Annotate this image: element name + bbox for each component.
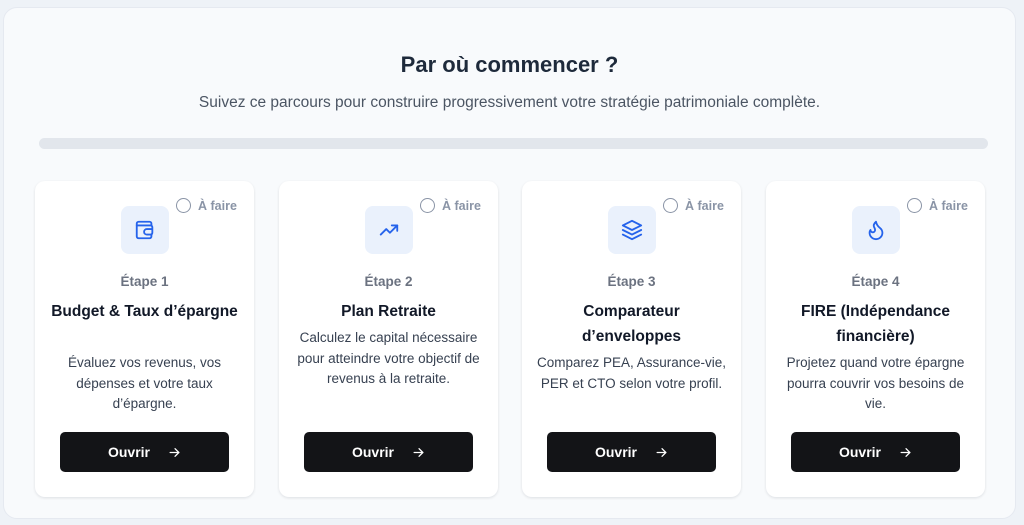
step-label: Étape 1 — [120, 274, 169, 289]
step-card-retraite: À faire Étape 2 Plan Retraite Calculez l… — [279, 181, 498, 497]
trending-up-icon — [364, 206, 413, 254]
card-description: Calculez le capital nécessaire pour atte… — [297, 330, 480, 386]
status-badge[interactable]: À faire — [907, 198, 968, 213]
arrow-right-icon — [168, 446, 181, 459]
status-label: À faire — [685, 198, 724, 213]
card-title: FIRE (Indépendance financière) — [801, 303, 950, 345]
status-circle-icon — [907, 198, 922, 213]
progress-bar — [39, 138, 988, 149]
card-title: Plan Retraite — [341, 303, 436, 320]
flame-icon — [851, 206, 900, 254]
status-badge[interactable]: À faire — [176, 198, 237, 213]
status-label: À faire — [442, 198, 481, 213]
open-retraite-button[interactable]: Ouvrir — [304, 432, 473, 472]
status-label: À faire — [929, 198, 968, 213]
page-title: Par où commencer ? — [400, 52, 619, 77]
status-badge[interactable]: À faire — [420, 198, 481, 213]
card-description: Comparez PEA, Assurance-vie, PER et CTO … — [536, 355, 727, 391]
step-label: Étape 2 — [364, 274, 413, 289]
open-budget-button[interactable]: Ouvrir — [60, 432, 229, 472]
arrow-right-icon — [412, 446, 425, 459]
step-card-fire: À faire Étape 4 FIRE (Indépendance finan… — [766, 181, 985, 497]
button-label: Ouvrir — [107, 444, 150, 460]
arrow-right-icon — [899, 446, 912, 459]
button-label: Ouvrir — [838, 444, 881, 460]
step-card-budget: À faire Étape 1 Budget & Taux d’épargne … — [35, 181, 254, 497]
card-description: Évaluez vos revenus, vos dépenses et vot… — [67, 355, 222, 411]
status-circle-icon — [420, 198, 435, 213]
status-label: À faire — [198, 198, 237, 213]
status-circle-icon — [176, 198, 191, 213]
open-fire-button[interactable]: Ouvrir — [791, 432, 960, 472]
arrow-right-icon — [655, 446, 668, 459]
status-badge[interactable]: À faire — [663, 198, 724, 213]
card-description: Projetez quand votre épargne pourra couv… — [786, 355, 965, 411]
getting-started-panel: Par où commencer ? Suivez ce parcours po… — [3, 7, 1016, 519]
button-label: Ouvrir — [594, 444, 637, 460]
open-comparateur-button[interactable]: Ouvrir — [547, 432, 716, 472]
step-card-comparateur: À faire Étape 3 Comparateur d’enveloppes… — [522, 181, 741, 497]
status-circle-icon — [663, 198, 678, 213]
step-label: Étape 4 — [851, 274, 900, 289]
card-title: Budget & Taux d’épargne — [51, 303, 238, 320]
step-label: Étape 3 — [607, 274, 656, 289]
button-label: Ouvrir — [351, 444, 394, 460]
page-subtitle: Suivez ce parcours pour construire progr… — [198, 94, 821, 111]
wallet-icon — [120, 206, 169, 254]
card-title: Comparateur d’enveloppes — [581, 303, 682, 345]
layers-icon — [607, 206, 656, 254]
